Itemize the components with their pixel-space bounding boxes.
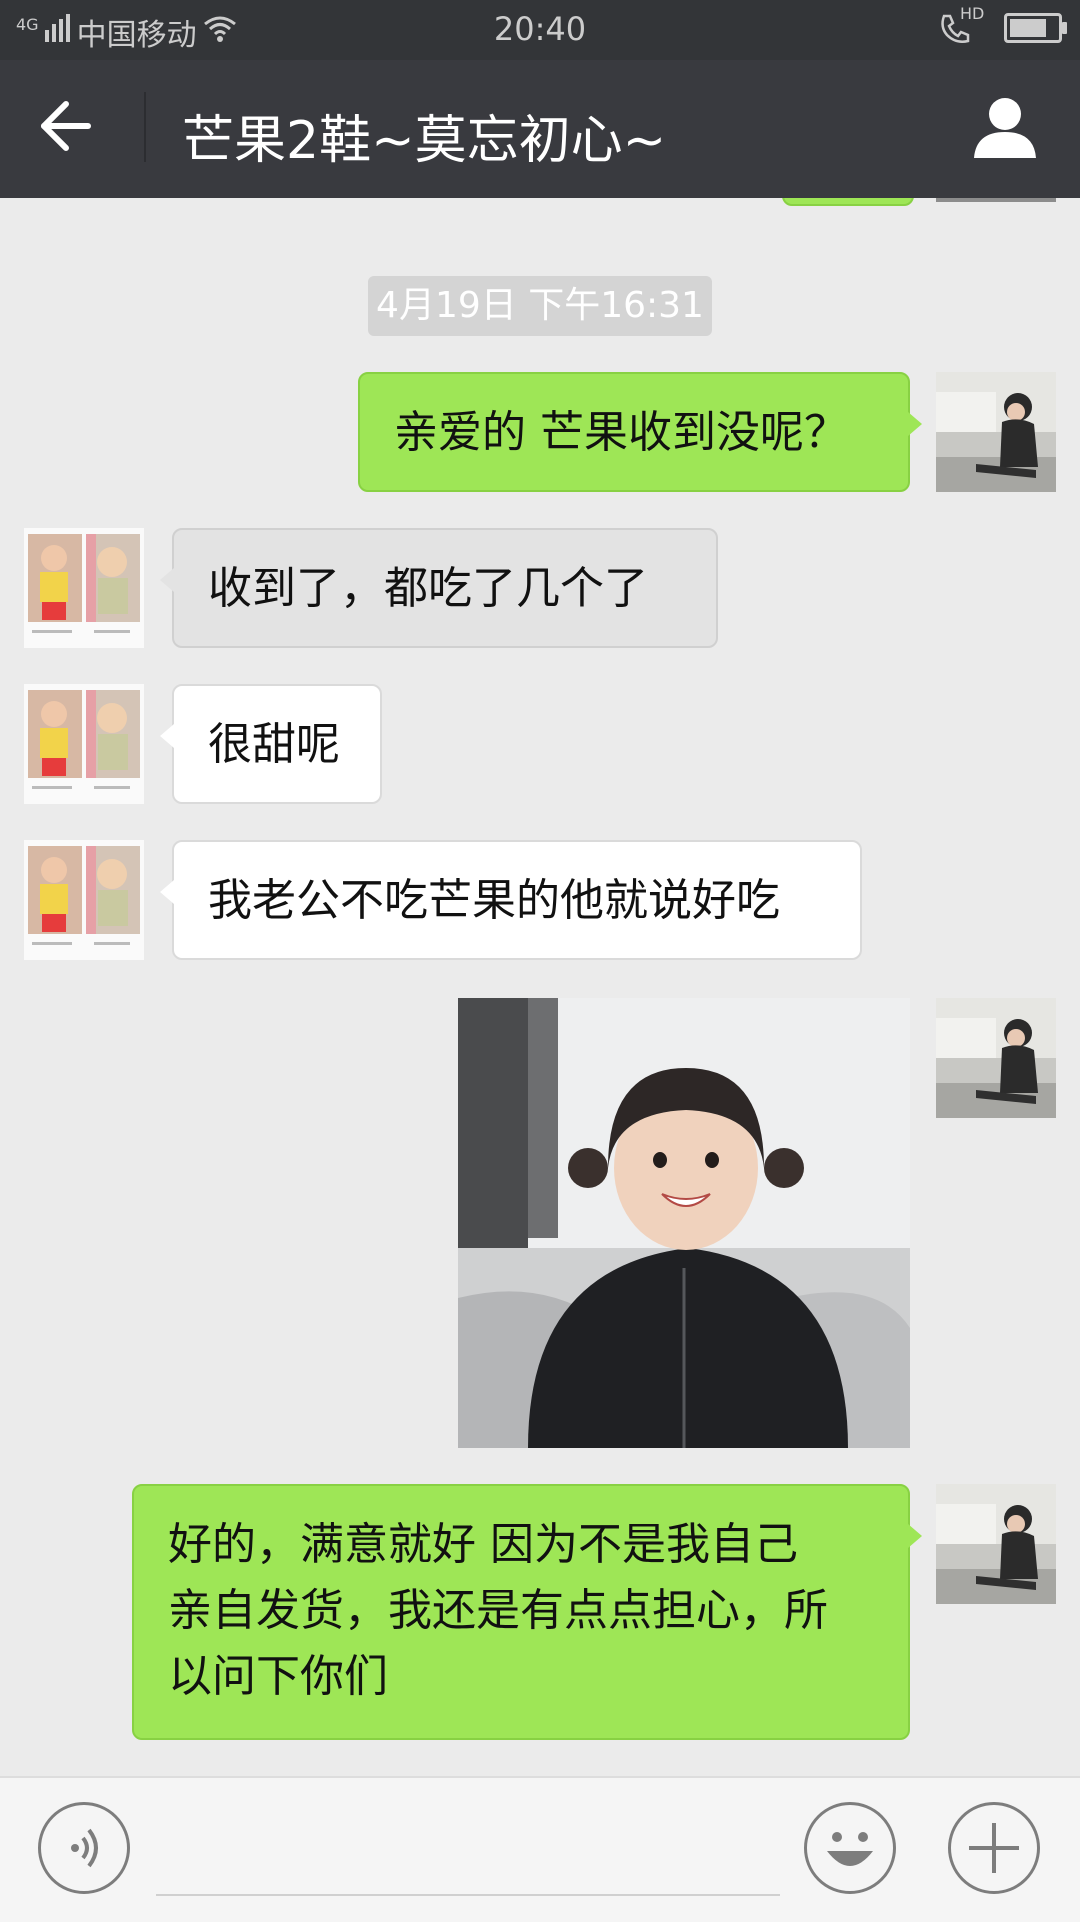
message-bubble-received[interactable]: 收到了，都吃了几个了 (160, 528, 718, 648)
message-text: 很甜呢 (208, 719, 340, 770)
hd-call-icon: HD (938, 4, 984, 46)
emoji-button[interactable] (804, 1802, 896, 1894)
chat-header: 芒果2鞋~莫忘初心~ (0, 60, 1080, 198)
header-divider (144, 92, 146, 162)
voice-button[interactable] (38, 1802, 130, 1894)
message-text-line: 好的，满意就好 因为不是我自己 (168, 1519, 798, 1570)
babies-avatar-image (24, 684, 144, 804)
emoji-icon (827, 1832, 873, 1866)
message-bubble-sent[interactable]: 好的，满意就好 因为不是我自己 亲自发货，我还是有点点担心，所 以问下你们 (132, 1484, 922, 1740)
girl-sitting-avatar-image (936, 1484, 1056, 1604)
voice-icon (71, 1828, 98, 1868)
previous-bubble-fragment (782, 198, 914, 206)
input-bar (0, 1776, 1080, 1922)
status-bar: 4G 中国移动 20:40 HD (0, 0, 1080, 60)
battery-level (1010, 19, 1046, 37)
message-input[interactable] (156, 1894, 780, 1896)
message-text: 亲爱的 芒果收到没呢？ (394, 407, 848, 458)
contact-avatar[interactable] (24, 840, 144, 960)
more-button[interactable] (948, 1802, 1040, 1894)
chat-info-button[interactable] (970, 92, 1040, 162)
sent-image-message[interactable] (458, 998, 910, 1448)
message-bubble-received[interactable]: 我老公不吃芒果的他就说好吃 (160, 840, 862, 960)
message-timestamp: 4月19日 下午16:31 (368, 276, 712, 336)
chat-area[interactable]: 4月19日 下午16:31 亲爱的 芒果收到没呢？ 收到了，都吃了几个了 很甜呢 (0, 198, 1080, 1776)
contact-avatar[interactable] (24, 684, 144, 804)
battery-icon (1004, 13, 1067, 43)
arrow-left-icon (41, 101, 91, 151)
babies-avatar-image (24, 840, 144, 960)
plus-icon (969, 1823, 1019, 1873)
status-time: 20:40 (493, 10, 587, 48)
message-text-line: 亲自发货，我还是有点点担心，所 (168, 1585, 828, 1636)
my-avatar[interactable] (936, 372, 1056, 492)
babies-avatar-image (24, 528, 144, 648)
my-avatar[interactable] (936, 1484, 1056, 1604)
chat-title: 芒果2鞋~莫忘初心~ (182, 111, 667, 171)
message-text-line: 以问下你们 (168, 1651, 388, 1702)
message-text: 收到了，都吃了几个了 (208, 563, 648, 614)
message-bubble-received[interactable]: 很甜呢 (160, 684, 382, 804)
hd-badge: HD (960, 4, 985, 23)
my-avatar[interactable] (936, 998, 1056, 1118)
back-button[interactable] (36, 96, 116, 166)
status-right: HD (938, 4, 1067, 46)
girl-sitting-avatar-image (936, 998, 1056, 1118)
message-text: 我老公不吃芒果的他就说好吃 (208, 875, 780, 926)
person-icon (974, 98, 1036, 158)
girl-sitting-avatar-image (936, 372, 1056, 492)
smiling-girl-photo (458, 998, 910, 1448)
previous-avatar-fragment (936, 198, 1056, 202)
contact-avatar[interactable] (24, 528, 144, 648)
message-bubble-sent[interactable]: 亲爱的 芒果收到没呢？ (358, 372, 922, 492)
